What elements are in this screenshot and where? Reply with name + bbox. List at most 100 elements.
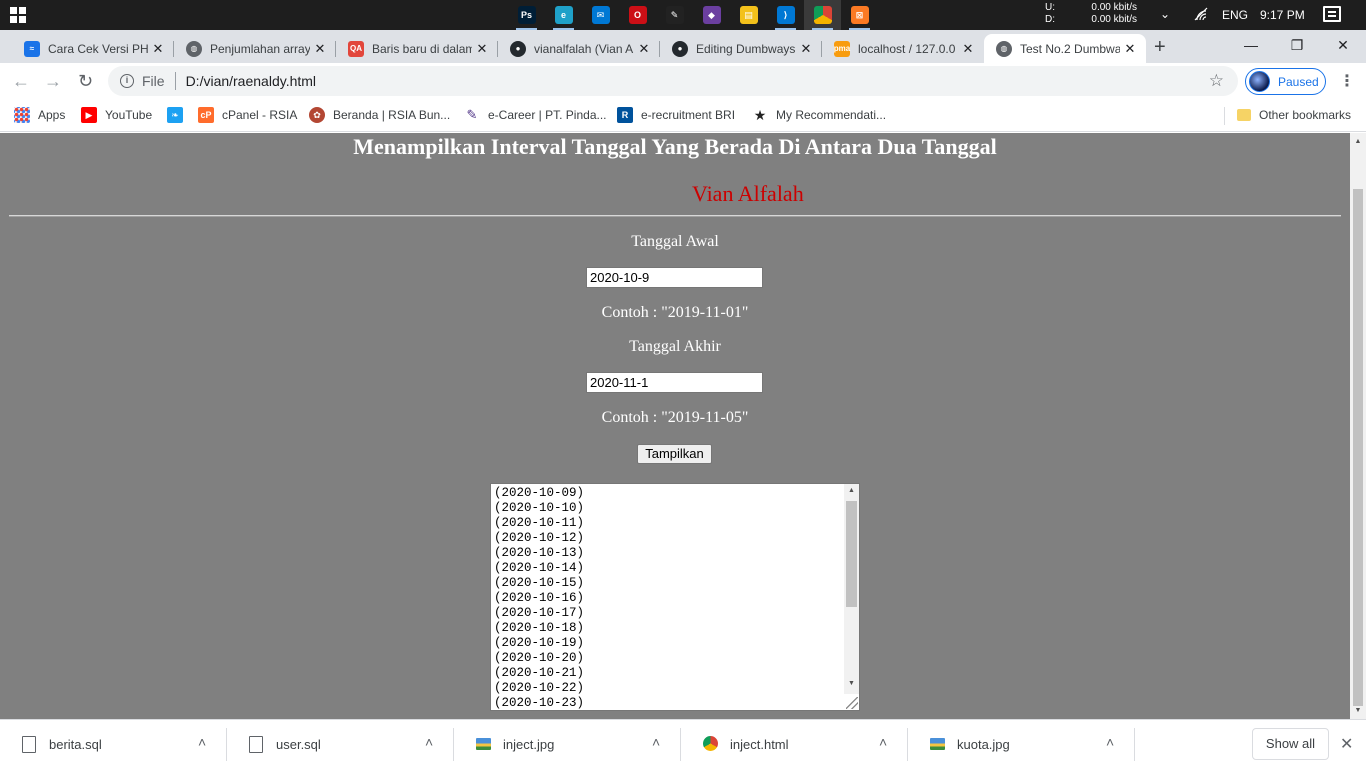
- edge-icon: e: [554, 6, 573, 24]
- bookmark-item[interactable]: ✿ Beranda | RSIA Bun...: [309, 106, 450, 124]
- folder-icon: [1237, 109, 1251, 121]
- browser-tab[interactable]: ◍ Test No.2 Dumbwa ✕: [984, 34, 1146, 63]
- taskbar-app-store[interactable]: ◆: [693, 0, 730, 30]
- taskbar-app-edge[interactable]: e: [545, 0, 582, 30]
- other-bookmarks[interactable]: Other bookmarks: [1237, 106, 1351, 124]
- bookmark-item[interactable]: ❧: [167, 106, 191, 124]
- youtube-icon: ▶: [81, 107, 97, 123]
- bookmark-star-icon[interactable]: ☆: [1209, 71, 1224, 91]
- browser-tab[interactable]: ◍ Penjumlahan array ✕: [174, 34, 336, 63]
- bookmark-item[interactable]: Re-recruitment BRI: [617, 106, 735, 124]
- bookmark-item[interactable]: ▶ YouTube: [81, 106, 152, 124]
- download-item[interactable]: inject.jpg ˄: [454, 720, 681, 768]
- store-icon: ◆: [702, 6, 721, 24]
- textarea-scrollbar[interactable]: ▲ ▼: [844, 484, 859, 694]
- image-icon: [476, 738, 491, 750]
- show-button[interactable]: Tampilkan: [637, 444, 712, 464]
- back-arrow-icon[interactable]: ←: [12, 71, 30, 92]
- more-menu-icon[interactable]: ⋮: [1339, 71, 1355, 91]
- tab-close-icon[interactable]: ✕: [472, 41, 492, 57]
- bookmark-item[interactable]: cP cPanel - RSIA: [198, 106, 297, 124]
- textarea-scroll-thumb[interactable]: [846, 501, 857, 607]
- download-filename: kuota.jpg: [957, 737, 1010, 752]
- bookmark-item[interactable]: ★ My Recommendati...: [752, 106, 886, 124]
- tab-close-icon[interactable]: ✕: [1120, 41, 1140, 57]
- taskbar-app-vscode[interactable]: ⟩: [767, 0, 804, 30]
- chevron-up-icon[interactable]: ˄: [1106, 734, 1114, 750]
- taskbar-app-inkscape[interactable]: ✎: [656, 0, 693, 30]
- wifi-icon[interactable]: [1193, 7, 1209, 21]
- tab-close-icon[interactable]: ✕: [796, 41, 816, 57]
- new-tab-button[interactable]: +: [1154, 36, 1166, 59]
- bookmark-item[interactable]: Apps: [14, 106, 65, 124]
- chevron-up-icon[interactable]: ˄: [652, 734, 660, 750]
- chevron-up-icon[interactable]: ˄: [198, 734, 206, 750]
- profile-status: Paused: [1278, 74, 1319, 89]
- clock[interactable]: 9:17 PM: [1260, 8, 1305, 22]
- page-scroll-down-icon[interactable]: ▼: [1350, 707, 1366, 714]
- close-window-button[interactable]: ✕: [1320, 30, 1366, 60]
- browser-tab[interactable]: ● vianalfalah (Vian A ✕: [498, 34, 660, 63]
- end-date-input[interactable]: [586, 372, 763, 393]
- bookmarks-divider: [1224, 107, 1225, 125]
- download-item[interactable]: user.sql ˄: [227, 720, 454, 768]
- reload-icon[interactable]: ↻: [78, 71, 93, 92]
- windows-start-icon[interactable]: [10, 7, 26, 23]
- end-date-example: Contoh : "2019-11-05": [601, 409, 749, 426]
- download-item[interactable]: inject.html ˄: [681, 720, 908, 768]
- chevron-up-icon[interactable]: ⌄: [1160, 7, 1170, 21]
- taskbar-app-mail[interactable]: ✉: [582, 0, 619, 30]
- network-speed-meter: U: 0.00 kbit/s D: 0.00 kbit/s: [1045, 2, 1137, 26]
- start-date-input[interactable]: [586, 267, 763, 288]
- tab-favicon-icon: ●: [510, 40, 526, 57]
- close-shelf-icon[interactable]: ✕: [1340, 734, 1353, 754]
- browser-tab[interactable]: pma localhost / 127.0.0 ✕: [822, 34, 984, 63]
- chevron-up-icon[interactable]: ˄: [425, 734, 433, 750]
- bookmark-label: e-Career | PT. Pinda...: [488, 108, 607, 122]
- show-all-button[interactable]: Show all: [1252, 728, 1329, 760]
- page-scroll-up-icon[interactable]: ▲: [1350, 138, 1366, 145]
- minimize-button[interactable]: —: [1228, 30, 1274, 60]
- taskbar-app-xampp[interactable]: ⊠: [841, 0, 878, 30]
- profile-button[interactable]: Paused: [1245, 68, 1326, 95]
- info-icon[interactable]: i: [120, 74, 134, 88]
- bookmark-item[interactable]: ✎ e-Career | PT. Pinda...: [464, 106, 607, 124]
- taskbar-app-photoshop[interactable]: Ps: [508, 0, 545, 30]
- url-text[interactable]: D:/vian/raenaldy.html: [186, 73, 316, 89]
- taskbar-app-chrome[interactable]: [804, 0, 841, 30]
- language-indicator[interactable]: ENG: [1222, 8, 1248, 22]
- net-down-value: 0.00 kbit/s: [1091, 14, 1137, 25]
- tab-favicon-icon: ≈: [24, 40, 40, 57]
- resize-grip-icon[interactable]: [846, 697, 858, 709]
- taskbar-app-opera[interactable]: O: [619, 0, 656, 30]
- tab-close-icon[interactable]: ✕: [958, 41, 978, 57]
- scheme-label: File: [142, 73, 165, 89]
- browser-tab[interactable]: ● Editing Dumbways ✕: [660, 34, 822, 63]
- download-item[interactable]: kuota.jpg ˄: [908, 720, 1135, 768]
- address-bar[interactable]: i File D:/vian/raenaldy.html ☆: [108, 66, 1238, 96]
- chevron-up-icon[interactable]: ˄: [879, 734, 887, 750]
- tab-close-icon[interactable]: ✕: [310, 41, 330, 57]
- taskbar-app-file-explorer[interactable]: ▤: [730, 0, 767, 30]
- result-textarea[interactable]: (2020-10-09) (2020-10-10) (2020-10-11) (202…: [490, 483, 860, 711]
- rsia-icon: ✿: [309, 107, 325, 123]
- tab-close-icon[interactable]: ✕: [148, 41, 168, 57]
- download-item[interactable]: berita.sql ˄: [0, 720, 227, 768]
- page-scrollbar[interactable]: ▲ ▼: [1350, 133, 1366, 719]
- notification-icon[interactable]: [1323, 6, 1341, 22]
- xampp-icon: ⊠: [850, 6, 869, 24]
- page-scroll-thumb[interactable]: [1353, 189, 1363, 706]
- photoshop-icon: Ps: [517, 6, 536, 24]
- browser-tab[interactable]: ≈ Cara Cek Versi PHP ✕: [12, 34, 174, 63]
- tab-close-icon[interactable]: ✕: [634, 41, 654, 57]
- scroll-down-icon[interactable]: ▼: [844, 679, 859, 687]
- forward-arrow-icon[interactable]: →: [44, 71, 62, 92]
- download-separator: [1134, 728, 1135, 761]
- file-explorer-icon: ▤: [739, 6, 758, 24]
- restore-button[interactable]: ❐: [1274, 30, 1320, 60]
- scroll-up-icon[interactable]: ▲: [844, 486, 859, 494]
- result-line: (2020-10-16): [494, 591, 585, 605]
- tab-title: localhost / 127.0.0: [858, 41, 956, 56]
- browser-tab[interactable]: QA Baris baru di dalam ✕: [336, 34, 498, 63]
- bookmark-label: cPanel - RSIA: [222, 108, 298, 122]
